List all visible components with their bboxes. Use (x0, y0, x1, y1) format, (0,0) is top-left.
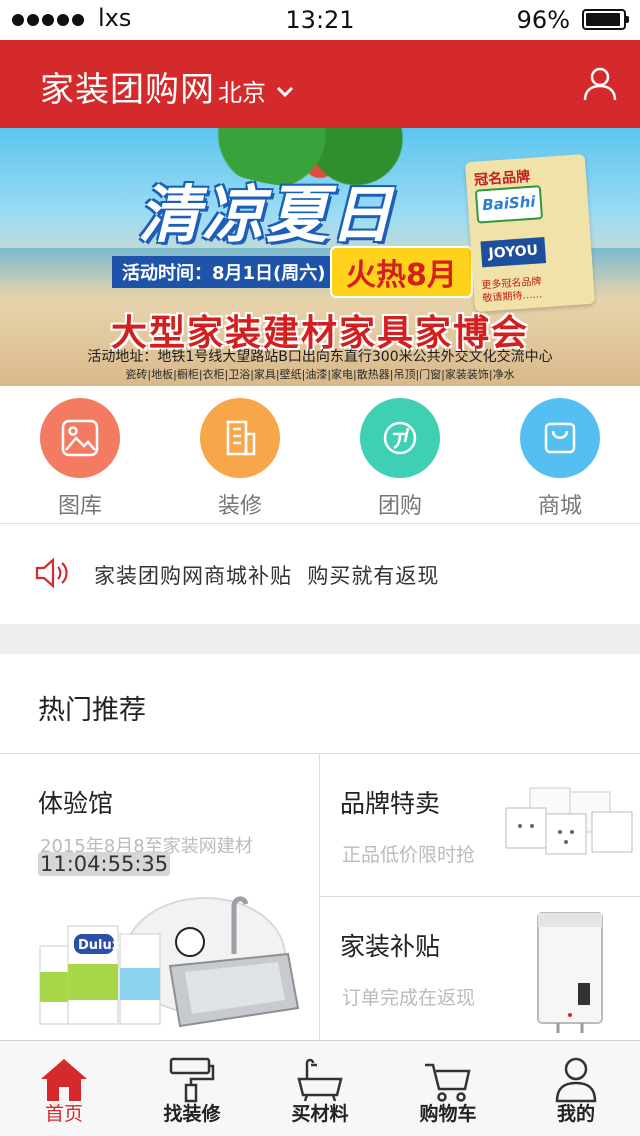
brand-sale-card[interactable]: 品牌特卖 正品低价限时抢 (320, 754, 640, 897)
notice-bar[interactable]: 家装团购网商城补贴 购买就有返现 (0, 524, 640, 624)
chevron-down-icon (276, 86, 294, 97)
battery-percent: 96% (516, 6, 570, 34)
experience-card[interactable]: 体验馆 2015年8月8至家装网建材 11:04:55:35 Dulux (0, 754, 320, 1040)
tab-cart[interactable]: 购物车 (384, 1041, 512, 1136)
tab-find-decoration[interactable]: 找装修 (128, 1041, 256, 1136)
bathtub-icon (297, 1058, 343, 1102)
gallery-icon (40, 398, 120, 478)
nav-label: 图库 (57, 494, 102, 519)
nav-label: 商城 (537, 494, 582, 519)
banner-hot: 火热8月 (330, 246, 473, 298)
cart-icon (425, 1063, 471, 1102)
shopping-bag-icon (520, 398, 600, 478)
experience-title: 体验馆 (38, 789, 114, 818)
building-icon (200, 398, 280, 478)
baishi-logo: BaiShi (474, 185, 544, 224)
nav-decoration[interactable]: 装修 (160, 398, 320, 520)
tab-buy-materials[interactable]: 买材料 (256, 1041, 384, 1136)
brand-sale-title: 品牌特卖 (340, 789, 441, 818)
city-name: 北京 (218, 79, 266, 107)
paint-roller-icon (169, 1057, 215, 1103)
tab-label: 买材料 (291, 1103, 349, 1125)
tab-label: 购物车 (419, 1103, 477, 1125)
nav-group-buy[interactable]: 团购 (320, 398, 480, 520)
notice-text: 家装团购网商城补贴 购买就有返现 (94, 564, 440, 588)
banner-address: 活动地址：地铁1号线大望路站B口出向东直行300米公共外交文化交流中心 (87, 349, 553, 365)
nav-label: 装修 (217, 494, 262, 519)
quick-nav: 图库 装修 团购 商城 (0, 386, 640, 524)
hot-section-header: 热门推荐 (0, 654, 640, 754)
tab-label: 首页 (44, 1103, 83, 1125)
tab-profile[interactable]: 我的 (512, 1041, 640, 1136)
group-buy-icon (360, 398, 440, 478)
speaker-icon (35, 557, 68, 589)
home-icon (41, 1059, 87, 1101)
tab-label: 找装修 (163, 1103, 221, 1125)
sponsor-more: 更多冠名品牌 敬请期待…… (481, 276, 543, 305)
user-icon[interactable] (582, 66, 618, 102)
tab-home[interactable]: 首页 (0, 1041, 128, 1136)
subsidy-card[interactable]: 家装补贴 订单完成在返现 (320, 897, 640, 1040)
nav-mall[interactable]: 商城 (480, 398, 640, 520)
nav-label: 团购 (377, 494, 422, 519)
tab-label: 我的 (556, 1103, 595, 1125)
water-heater-image (537, 912, 603, 1033)
profile-icon (555, 1057, 597, 1103)
hot-title: 热门推荐 (38, 695, 146, 726)
battery-icon (582, 9, 629, 30)
section-separator (0, 624, 640, 654)
paint-sink-image: Dulux (39, 896, 300, 1028)
promo-banner[interactable]: 清凉夏日 活动时间：8月1日(周六) 火热8月 大型家装建材家具家博会 活动地址… (0, 128, 640, 386)
banner-headline: 清凉夏日 (138, 178, 395, 251)
svg-text:Dulux: Dulux (78, 938, 121, 953)
sponsor-tag: 冠名品牌 BaiShi JOYOU 更多冠名品牌 敬请期待…… (464, 153, 596, 313)
subsidy-sub: 订单完成在返现 (342, 987, 476, 1009)
subsidy-title: 家装补贴 (340, 932, 441, 961)
brand-sale-sub: 正品低价限时抢 (342, 844, 476, 866)
joyou-logo: JOYOU (480, 237, 547, 268)
app-header: 家装团购网 北京 (0, 40, 640, 128)
nav-gallery[interactable]: 图库 (0, 398, 160, 520)
city-selector[interactable]: 北京 (218, 73, 294, 108)
socket-panels-image (505, 787, 633, 855)
banner-categories: 瓷砖|地板|橱柜|衣柜|卫浴|家具|壁纸|油漆|家电|散热器|吊顶|门窗|家装装… (125, 368, 515, 381)
status-bar: lxs 13:21 96% (0, 0, 640, 40)
bottom-tab-bar: 首页 找装修 买材料 购物车 我的 (0, 1040, 640, 1136)
app-title: 家装团购网 (40, 70, 215, 110)
banner-date: 活动时间：8月1日(周六) (112, 256, 336, 288)
countdown-timer: 11:04:55:35 (38, 852, 171, 876)
